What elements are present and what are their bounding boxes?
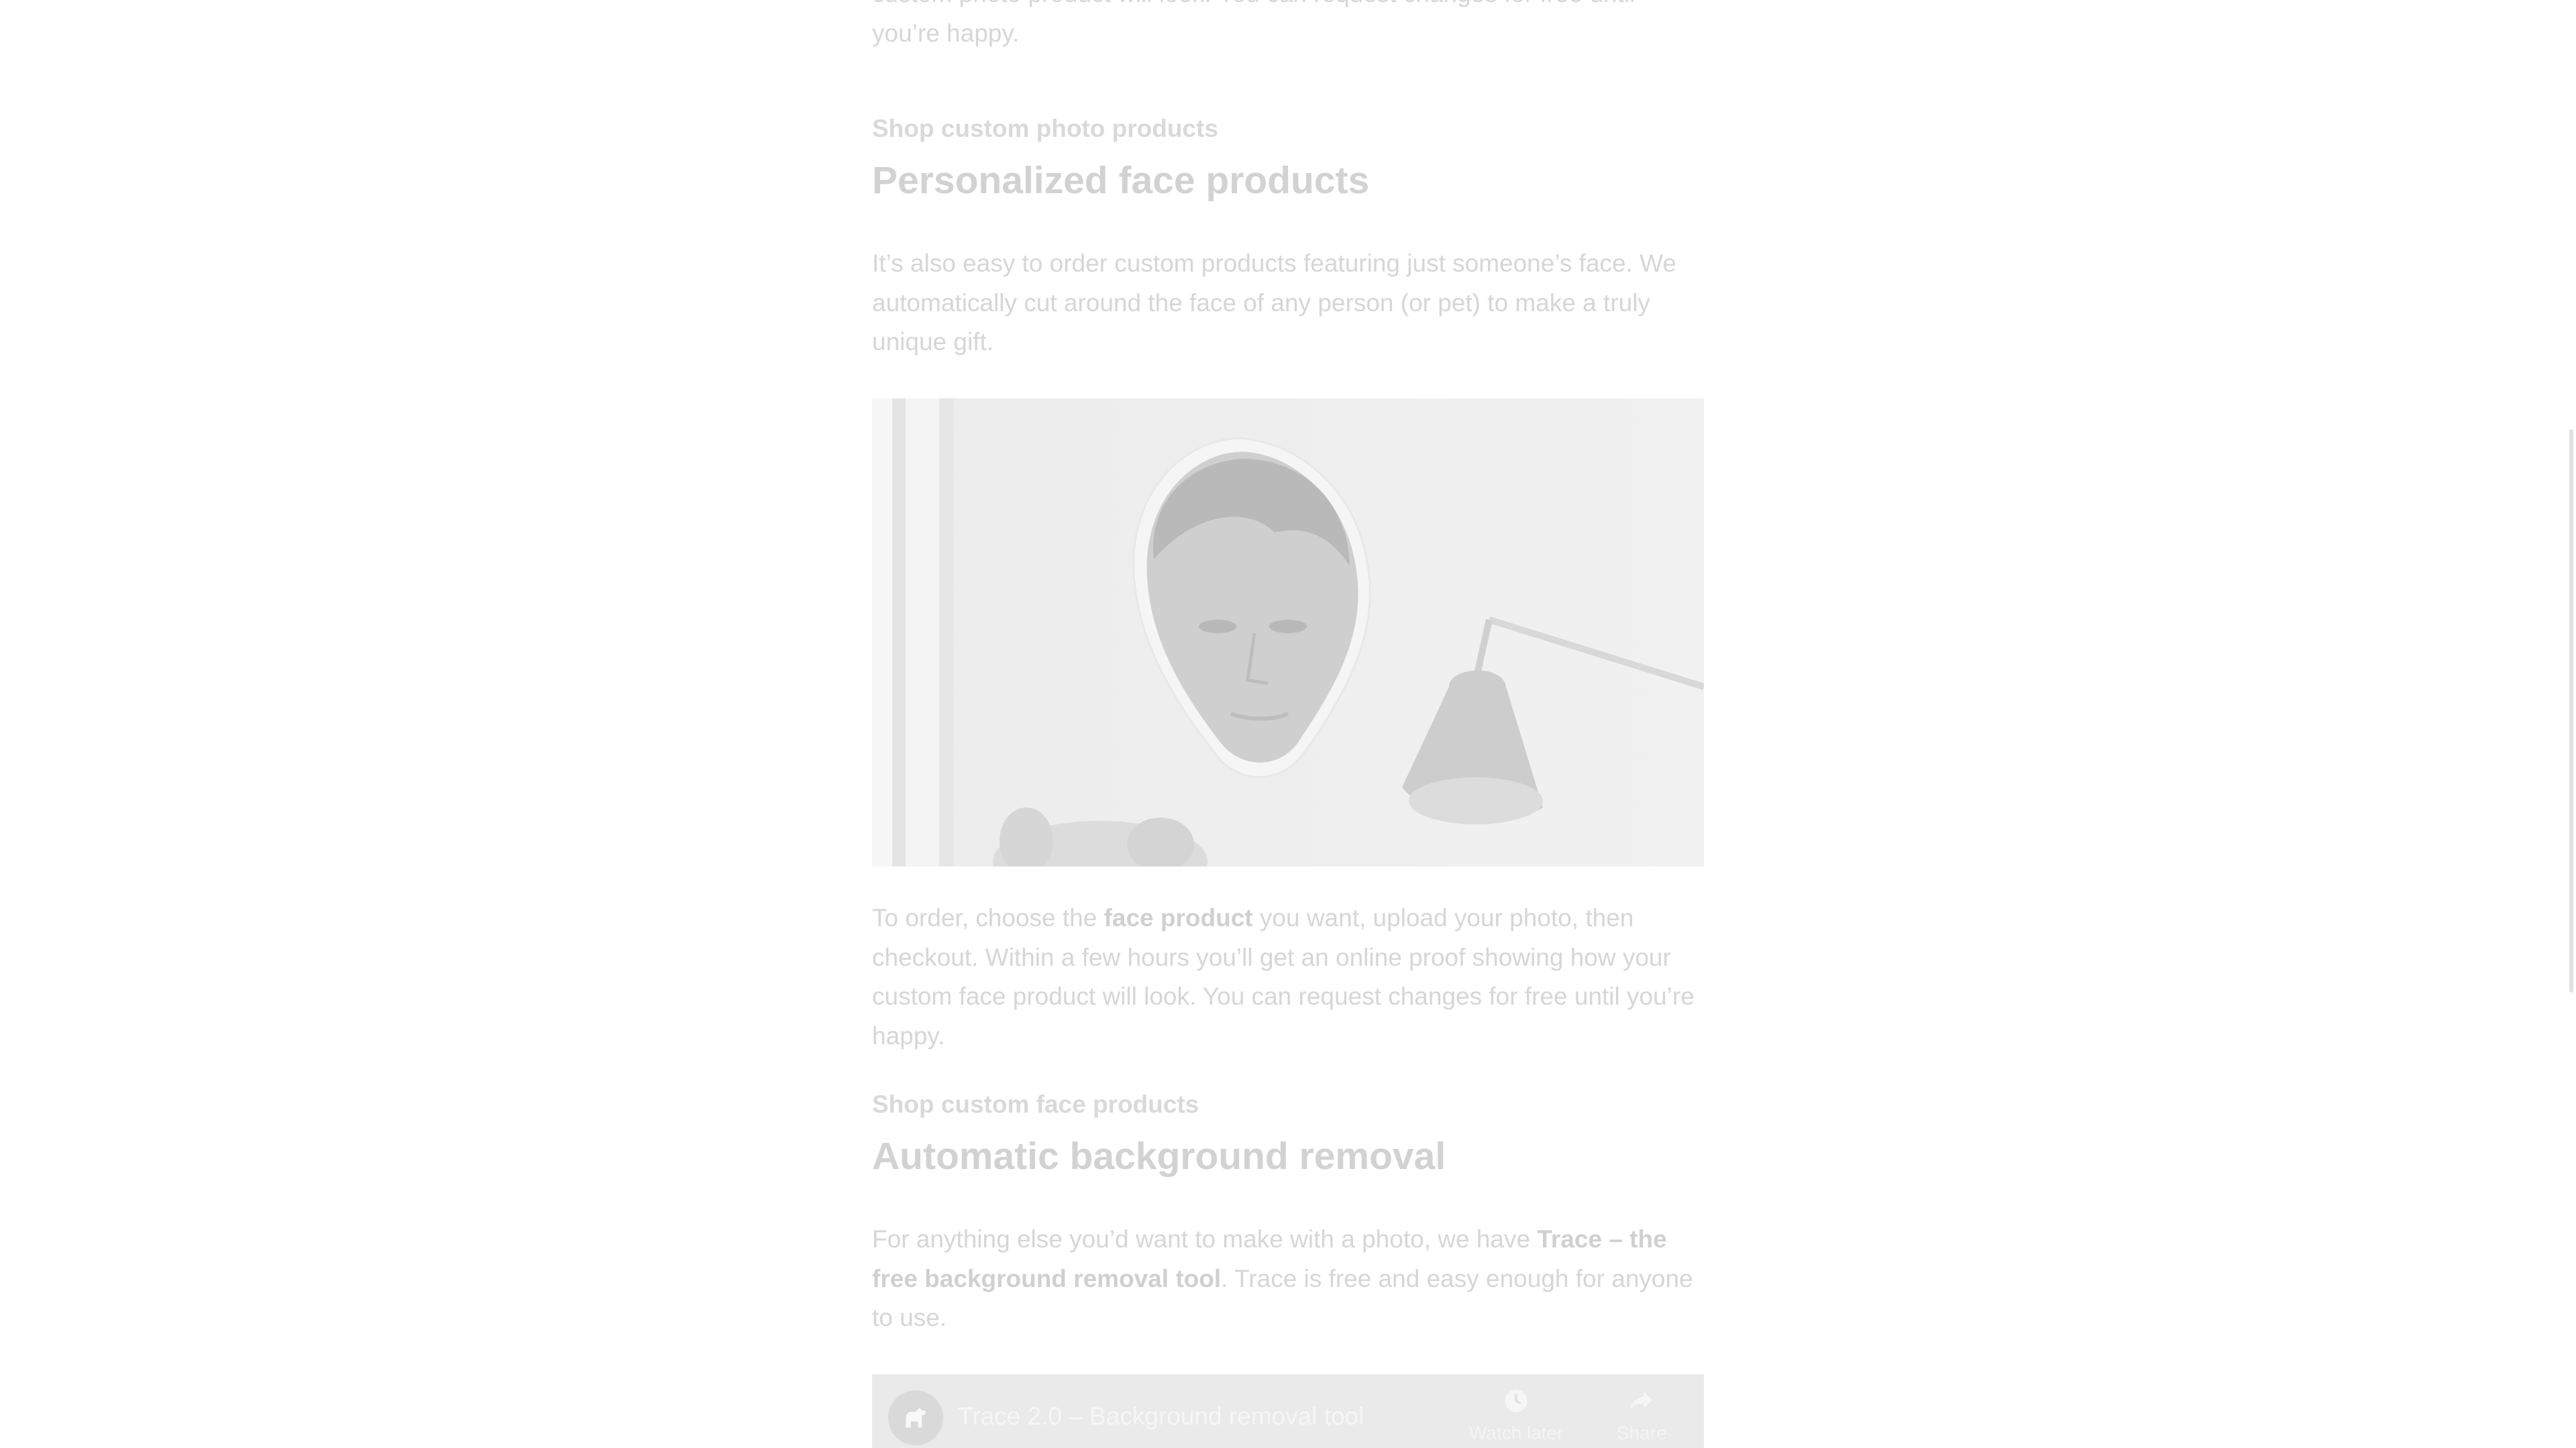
photo-section-tail-text: custom photo product will look. You can … xyxy=(872,0,1635,47)
shop-custom-photo-products-link[interactable]: Shop custom photo products xyxy=(872,115,1218,143)
background-text-1: For anything else you’d want to make wit… xyxy=(872,1225,1538,1253)
shop-custom-face-products-link[interactable]: Shop custom face products xyxy=(872,1091,1199,1119)
photo-section-paragraph: custom photo product will look. You can … xyxy=(872,0,1704,53)
watch-later-label: Watch later xyxy=(1469,1423,1564,1443)
background-removal-paragraph: For anything else you’d want to make wit… xyxy=(872,1220,1704,1338)
scrollbar-thumb[interactable] xyxy=(2569,429,2573,993)
face-order-text-1: To order, choose the xyxy=(872,904,1104,932)
dog-icon xyxy=(906,1408,926,1428)
face-product-image xyxy=(872,398,1705,901)
video-embed[interactable]: Trace 2.0 – Background removal tool Watc… xyxy=(872,1374,1704,1448)
share-button[interactable]: Share xyxy=(1617,1388,1667,1444)
video-title[interactable]: Trace 2.0 – Background removal tool xyxy=(958,1402,1364,1431)
channel-avatar[interactable] xyxy=(888,1390,943,1445)
watch-later-button[interactable]: Watch later xyxy=(1469,1388,1564,1444)
share-arrow-icon xyxy=(1630,1392,1654,1410)
face-products-order-paragraph: To order, choose the face product you wa… xyxy=(872,899,1704,1056)
share-label: Share xyxy=(1617,1423,1667,1443)
face-product-link[interactable]: face product xyxy=(1104,904,1253,932)
face-products-heading: Personalized face products xyxy=(872,159,1370,202)
face-products-intro: It’s also easy to order custom products … xyxy=(872,249,1676,355)
page: custom photo product will look. You can … xyxy=(0,0,2576,1448)
background-removal-heading: Automatic background removal xyxy=(872,1135,1446,1178)
scrollbar[interactable] xyxy=(2565,0,2576,1448)
clock-icon xyxy=(1505,1390,1527,1412)
